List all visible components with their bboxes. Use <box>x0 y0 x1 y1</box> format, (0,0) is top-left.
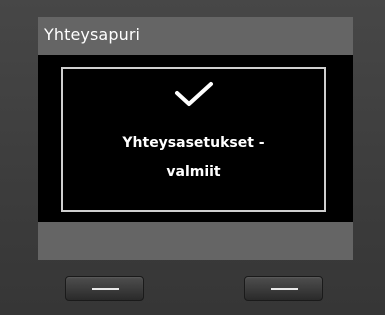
display-screen: Yhteysapuri Yhteysasetukset - valmiit <box>38 17 353 260</box>
title-bar: Yhteysapuri <box>38 17 353 55</box>
right-softkey-button[interactable] <box>244 276 323 301</box>
content-area: Yhteysasetukset - valmiit <box>38 55 353 222</box>
dialog-message: Yhteysasetukset - valmiit <box>63 129 324 187</box>
dash-icon <box>271 288 298 290</box>
dash-icon <box>92 288 119 290</box>
page-title: Yhteysapuri <box>44 25 141 44</box>
left-softkey-button[interactable] <box>65 276 144 301</box>
checkmark-icon <box>175 82 213 106</box>
dialog-message-line-2: valmiit <box>166 164 221 180</box>
dialog-message-line-1: Yhteysasetukset - <box>122 135 265 151</box>
softkey-bar <box>38 222 353 260</box>
confirmation-dialog: Yhteysasetukset - valmiit <box>61 67 326 212</box>
